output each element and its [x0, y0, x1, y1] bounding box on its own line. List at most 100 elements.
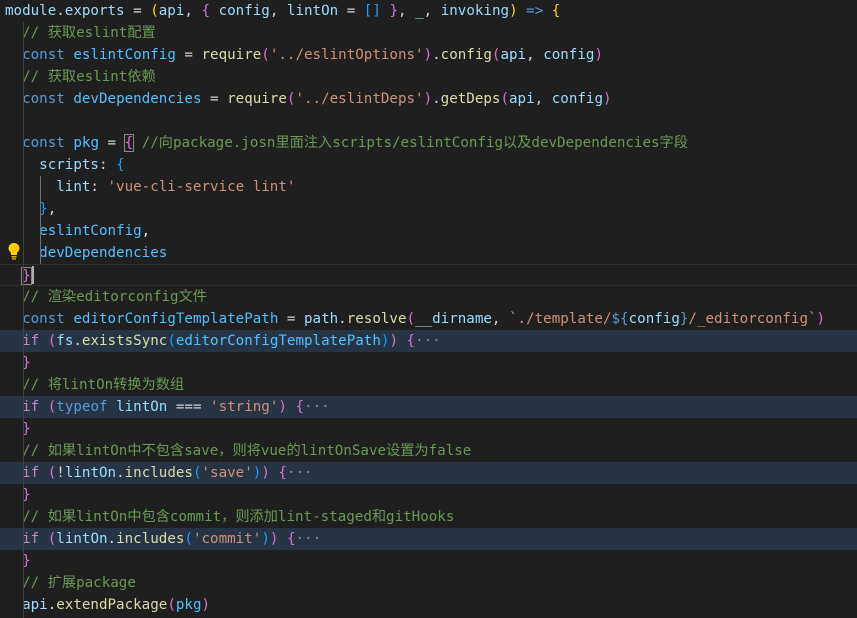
code-line[interactable]: const devDependencies = require ('../esli… — [0, 88, 857, 110]
code-token: exports — [64, 3, 125, 19]
code-token: ${ — [611, 311, 629, 327]
code-text: }, — [5, 198, 56, 220]
fold-ellipsis[interactable]: ··· — [415, 333, 441, 349]
code-token: includes — [116, 531, 185, 547]
code-token: ) — [389, 333, 398, 349]
code-token: //向package.josn里面注入scripts/eslintConfig以… — [141, 135, 688, 151]
fold-ellipsis[interactable]: ··· — [296, 531, 322, 547]
code-token: _ — [415, 3, 424, 19]
code-token: pkg — [73, 135, 99, 151]
code-token: const — [22, 47, 65, 63]
code-line[interactable]: lint: 'vue-cli-service lint' — [0, 176, 857, 198]
code-token: . — [107, 531, 117, 547]
code-token: = — [98, 135, 125, 151]
code-text: } — [5, 265, 32, 287]
code-token: ( — [184, 531, 193, 547]
code-line[interactable]: const eslintConfig = require('../eslintO… — [0, 44, 857, 66]
code-token: api — [509, 91, 535, 107]
code-token: { — [201, 3, 211, 19]
code-line[interactable]: // 如果lintOn中包含commit，则添加lint-staged和gitH… — [0, 506, 857, 528]
code-text: const eslintConfig = require('../eslintO… — [5, 44, 603, 66]
fold-ellipsis[interactable]: ··· — [304, 399, 330, 415]
code-token: { — [406, 333, 416, 349]
code-text: // 获取eslint依赖 — [5, 66, 156, 88]
code-line[interactable]: // 如果lintOn中不包含save，则将vue的lintOnSave设置为f… — [0, 440, 857, 462]
code-token: , — [491, 311, 510, 327]
code-line[interactable]: } — [0, 484, 857, 506]
code-line[interactable]: const editorConfigTemplatePath = path.re… — [0, 308, 857, 330]
code-token: ( — [500, 91, 510, 107]
code-token: lintOn — [116, 399, 168, 415]
code-line[interactable]: scripts: { — [0, 154, 857, 176]
code-token: { — [123, 134, 135, 152]
code-token: __dirname — [415, 311, 492, 327]
code-token: , — [141, 223, 151, 239]
code-token: : — [98, 157, 117, 173]
code-line[interactable]: // 获取eslint依赖 — [0, 66, 857, 88]
folded-code-line[interactable]: if (!lintOn.includes('save')) {··· — [0, 462, 857, 484]
code-line[interactable]: const pkg = { //向package.josn里面注入scripts… — [0, 132, 857, 154]
code-line[interactable]: // 扩展package — [0, 572, 857, 594]
code-token: ) — [201, 597, 211, 613]
code-token: const — [22, 311, 65, 327]
code-line[interactable]: // 获取eslint配置 — [0, 22, 857, 44]
code-token: // 渲染editorconfig文件 — [22, 289, 207, 305]
code-line[interactable]: }, — [0, 198, 857, 220]
code-token: require — [201, 47, 262, 63]
code-line[interactable]: } — [0, 264, 857, 286]
code-line[interactable]: } — [0, 352, 857, 374]
code-token: lintOn — [286, 3, 339, 19]
code-token: = — [338, 3, 364, 19]
code-token: ) — [423, 91, 433, 107]
lightbulb-icon[interactable] — [7, 242, 21, 260]
code-token: ) — [261, 465, 270, 481]
code-line[interactable] — [0, 110, 857, 132]
code-text: } — [5, 484, 31, 506]
code-line[interactable]: // 将lintOn转换为数组 — [0, 374, 857, 396]
code-line[interactable]: devDependencies — [0, 242, 857, 264]
folded-code-line[interactable]: if (fs.existsSync(editorConfigTemplatePa… — [0, 330, 857, 352]
code-text: if (fs.existsSync(editorConfigTemplatePa… — [5, 330, 441, 352]
code-token: lint — [56, 179, 91, 195]
code-token: eslintConfig — [39, 223, 142, 239]
code-token: { — [278, 465, 287, 481]
fold-ellipsis[interactable]: ··· — [287, 465, 313, 481]
code-line[interactable]: api.extendPackage(pkg) — [0, 594, 857, 616]
code-line[interactable]: // 渲染editorconfig文件 — [0, 286, 857, 308]
code-token: fs — [56, 333, 74, 349]
folded-code-line[interactable]: if (lintOn.includes('commit')) {··· — [0, 528, 857, 550]
code-token: const — [22, 135, 65, 151]
code-text: // 如果lintOn中不包含save，则将vue的lintOnSave设置为f… — [5, 440, 471, 462]
code-editor[interactable]: module.exports = (api, { config, lintOn … — [0, 0, 857, 618]
code-token: ) — [816, 311, 826, 327]
code-token: const — [22, 91, 65, 107]
code-text: lint: 'vue-cli-service lint' — [5, 176, 295, 198]
code-token: ( — [47, 465, 57, 481]
code-line[interactable]: } — [0, 550, 857, 572]
code-line[interactable]: module.exports = (api, { config, lintOn … — [0, 0, 857, 22]
code-token: // 获取eslint配置 — [22, 25, 156, 41]
code-line[interactable]: } — [0, 418, 857, 440]
code-token: ( — [150, 3, 159, 19]
code-token: if — [22, 333, 40, 349]
indent-guide — [23, 22, 24, 618]
code-token: = — [175, 47, 202, 63]
code-token: { — [286, 531, 296, 547]
code-line[interactable]: eslintConfig, — [0, 220, 857, 242]
code-token: editorConfigTemplatePath — [175, 333, 381, 349]
folded-code-line[interactable]: if (typeof lintOn === 'string') {··· — [0, 396, 857, 418]
code-token: , — [534, 91, 552, 107]
